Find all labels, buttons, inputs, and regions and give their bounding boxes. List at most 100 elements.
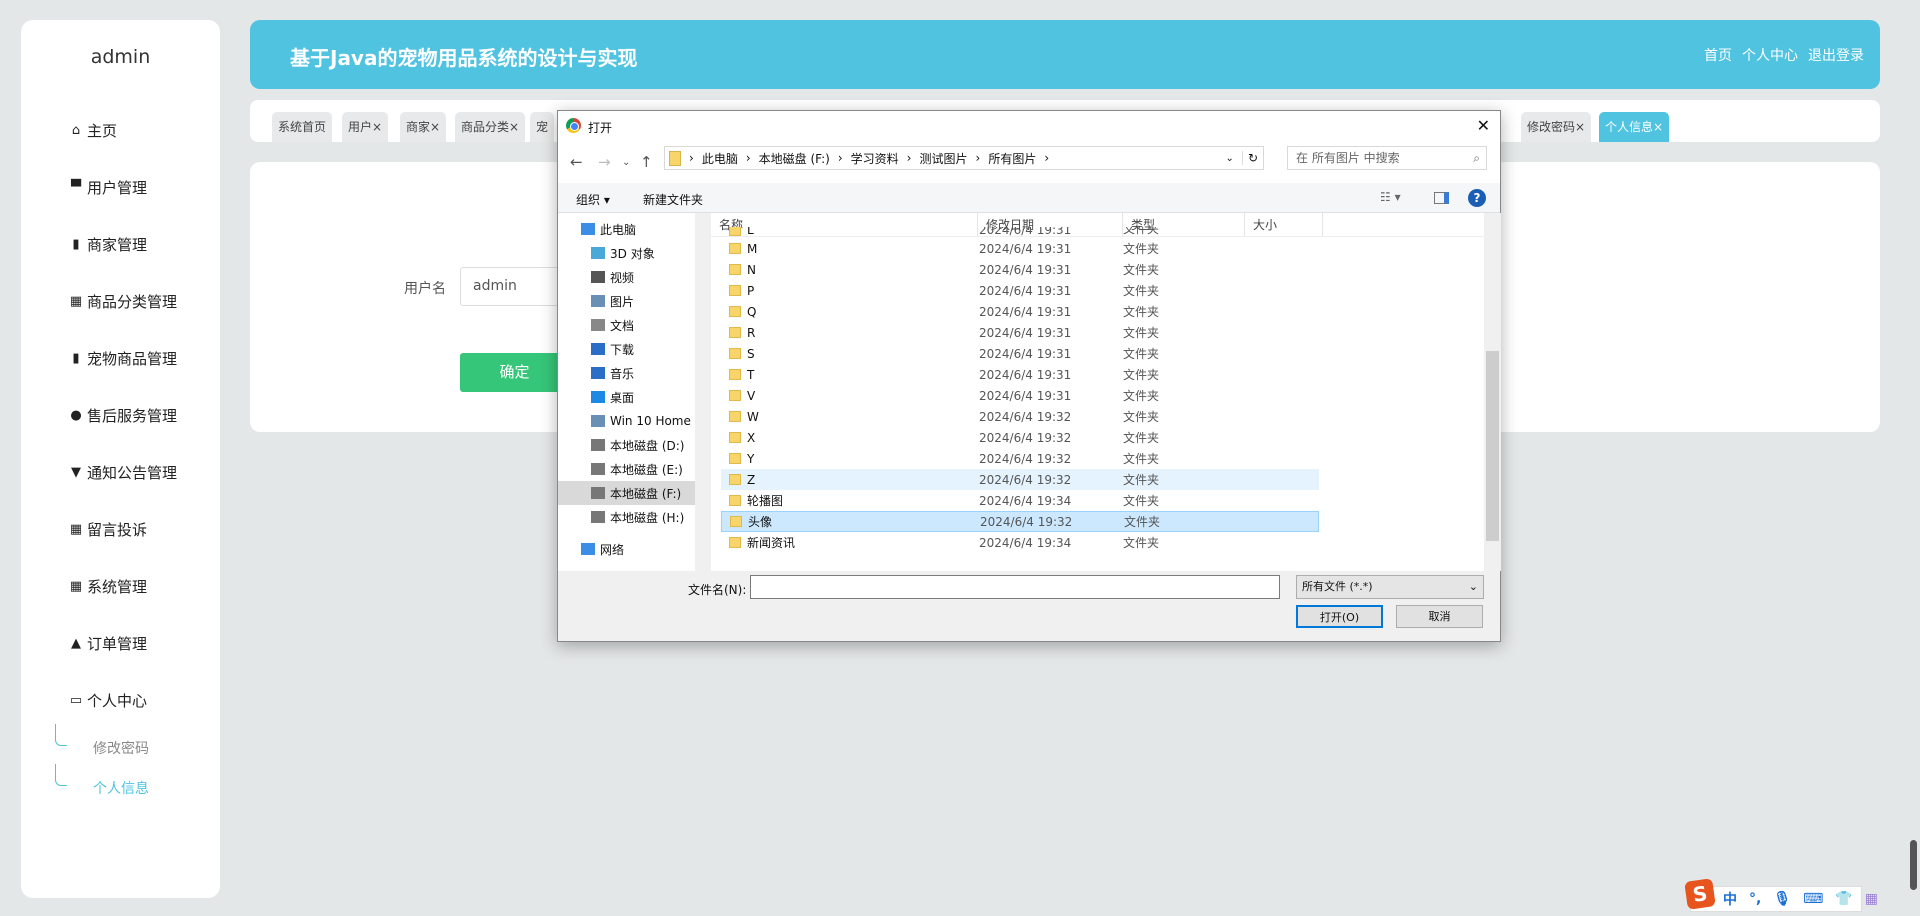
tab-home[interactable]: 系统首页	[272, 112, 333, 142]
new-folder-button[interactable]: 新建文件夹	[643, 191, 703, 208]
nav-item-icon	[581, 543, 595, 555]
breadcrumb-item[interactable]: 本地磁盘 (F:)	[759, 150, 830, 167]
nav-scrollbar[interactable]	[695, 213, 711, 571]
breadcrumb-item[interactable]: 此电脑	[702, 150, 738, 167]
cancel-button[interactable]: 取消	[1396, 605, 1483, 628]
folder-icon	[729, 537, 741, 548]
nav-item[interactable]: Win 10 Home x	[558, 409, 711, 433]
ime-punct[interactable]: °,	[1749, 891, 1761, 907]
path-dropdown-icon[interactable]: ⌄	[1226, 153, 1234, 164]
file-row[interactable]: Z 2024/6/4 19:32 文件夹	[721, 469, 1319, 490]
close-icon[interactable]: ✕	[1477, 116, 1490, 135]
sidebar-item[interactable]: ● 售后服务管理	[69, 405, 177, 426]
help-icon[interactable]: ?	[1468, 189, 1486, 207]
nav-item[interactable]: 文档	[558, 313, 711, 337]
sidebar-item[interactable]: ▦ 留言投诉	[69, 519, 147, 540]
recent-chevron-icon[interactable]: ⌄	[622, 157, 630, 168]
file-type: 文件夹	[1123, 368, 1160, 382]
file-row[interactable]: R 2024/6/4 19:31 文件夹	[721, 322, 1319, 343]
file-row[interactable]: W 2024/6/4 19:32 文件夹	[721, 406, 1319, 427]
ime-mode[interactable]: 中	[1723, 889, 1737, 909]
breadcrumb-item[interactable]: 测试图片	[919, 150, 967, 167]
file-list-scrollbar[interactable]	[1484, 213, 1501, 571]
preview-pane-icon[interactable]	[1434, 192, 1449, 204]
file-name: V	[747, 388, 756, 403]
file-row[interactable]: V 2024/6/4 19:31 文件夹	[721, 385, 1319, 406]
file-type: 文件夹	[1123, 305, 1160, 319]
view-options-icon[interactable]: ☷ ▾	[1380, 190, 1401, 204]
file-name: T	[747, 367, 755, 382]
filename-input[interactable]	[750, 575, 1280, 599]
breadcrumb-item[interactable]: 学习资料	[851, 150, 899, 167]
forward-icon[interactable]: →	[598, 153, 611, 171]
skin-icon[interactable]: 👕	[1835, 891, 1852, 907]
file-row[interactable]: Y 2024/6/4 19:32 文件夹	[721, 448, 1319, 469]
nav-item[interactable]: 音乐	[558, 361, 711, 385]
nav-item[interactable]: 图片	[558, 289, 711, 313]
tab-change-password[interactable]: 修改密码×	[1521, 112, 1592, 142]
breadcrumb-item[interactable]: 所有图片	[988, 150, 1036, 167]
profile-link[interactable]: 个人中心	[1742, 45, 1798, 65]
file-row[interactable]: 头像 2024/6/4 19:32 文件夹	[721, 511, 1319, 532]
tab-users[interactable]: 用户×	[342, 112, 389, 142]
nav-item-label: 本地磁盘 (D:)	[610, 438, 685, 453]
sidebar-item[interactable]: ▮ 宠物商品管理	[69, 348, 177, 369]
nav-item[interactable]: 本地磁盘 (D:)	[558, 433, 711, 457]
nav-item[interactable]: 3D 对象	[558, 241, 711, 265]
open-button[interactable]: 打开(O)	[1296, 605, 1383, 628]
sidebar-item-label: 留言投诉	[87, 521, 148, 539]
tab-merchants[interactable]: 商家×	[400, 112, 447, 142]
organize-button[interactable]: 组织 ▾	[576, 191, 610, 208]
breadcrumb[interactable]: › 此电脑 › 本地磁盘 (F:) › 学习资料 › 测试图片 › 所有图片 › ⌄ ↻	[664, 146, 1264, 170]
confirm-button[interactable]: 确定	[460, 353, 569, 392]
tab-categories[interactable]: 商品分类×	[455, 112, 526, 142]
file-row[interactable]: X 2024/6/4 19:32 文件夹	[721, 427, 1319, 448]
file-row[interactable]: T 2024/6/4 19:31 文件夹	[721, 364, 1319, 385]
sidebar-item[interactable]: ▀ 用户管理	[69, 177, 147, 198]
file-date: 2024/6/4 19:31	[979, 262, 1072, 277]
file-row[interactable]: S 2024/6/4 19:31 文件夹	[721, 343, 1319, 364]
home-link[interactable]: 首页	[1704, 45, 1732, 65]
nav-item[interactable]: 桌面	[558, 385, 711, 409]
file-row[interactable]: 轮播图 2024/6/4 19:34 文件夹	[721, 490, 1319, 511]
nav-item[interactable]: 本地磁盘 (F:)	[558, 481, 711, 505]
nav-item[interactable]: 网络	[558, 537, 711, 561]
scrollbar-thumb[interactable]	[1486, 351, 1499, 541]
nav-item-icon	[581, 223, 595, 235]
sidebar-subitem[interactable]: 个人信息	[93, 778, 149, 798]
keyboard-icon[interactable]: ⌨	[1803, 891, 1823, 907]
sidebar-item[interactable]: ▭ 个人中心	[69, 690, 147, 711]
nav-item[interactable]: 视频	[558, 265, 711, 289]
up-icon[interactable]: ↑	[640, 153, 653, 171]
refresh-icon[interactable]: ↻	[1241, 151, 1263, 165]
file-date: 2024/6/4 19:31	[979, 388, 1072, 403]
nav-item[interactable]: 本地磁盘 (E:)	[558, 457, 711, 481]
back-icon[interactable]: ←	[570, 153, 583, 171]
nav-item[interactable]: 本地磁盘 (H:)	[558, 505, 711, 529]
sidebar-item[interactable]: ⌂ 主页	[69, 120, 117, 141]
file-row[interactable]: N 2024/6/4 19:31 文件夹	[721, 259, 1319, 280]
sidebar-subitem[interactable]: 修改密码	[93, 738, 149, 758]
tab-personal-info[interactable]: 个人信息×	[1599, 112, 1670, 142]
nav-item-label: 文档	[610, 318, 635, 333]
logout-link[interactable]: 退出登录	[1808, 45, 1864, 65]
tab-pet-products[interactable]: 宠	[530, 112, 555, 142]
sidebar-item[interactable]: ▦ 商品分类管理	[69, 291, 177, 312]
sidebar-item[interactable]: ▼ 通知公告管理	[69, 462, 177, 483]
file-row[interactable]: L 2024/6/4 19:31 文件夹	[721, 227, 1319, 237]
file-row[interactable]: M 2024/6/4 19:31 文件夹	[721, 238, 1319, 259]
file-row[interactable]: Q 2024/6/4 19:31 文件夹	[721, 301, 1319, 322]
search-input[interactable]: 在 所有图片 中搜索 ⌕	[1287, 146, 1487, 170]
folder-icon	[729, 348, 741, 359]
sidebar-item[interactable]: ▲ 订单管理	[69, 633, 147, 654]
filetype-select[interactable]: 所有文件 (*.*) ⌄	[1296, 575, 1484, 599]
nav-item[interactable]: 下载	[558, 337, 711, 361]
file-type: 文件夹	[1123, 227, 1160, 236]
sidebar-item[interactable]: ▦ 系统管理	[69, 576, 147, 597]
microphone-icon[interactable]: 🎙	[1773, 891, 1791, 907]
file-row[interactable]: 新闻资讯 2024/6/4 19:34 文件夹	[721, 532, 1319, 553]
sidebar-item[interactable]: ▮ 商家管理	[69, 234, 147, 255]
apps-icon[interactable]: ▦	[1865, 891, 1878, 907]
file-row[interactable]: P 2024/6/4 19:31 文件夹	[721, 280, 1319, 301]
nav-item[interactable]: 此电脑	[558, 217, 711, 241]
